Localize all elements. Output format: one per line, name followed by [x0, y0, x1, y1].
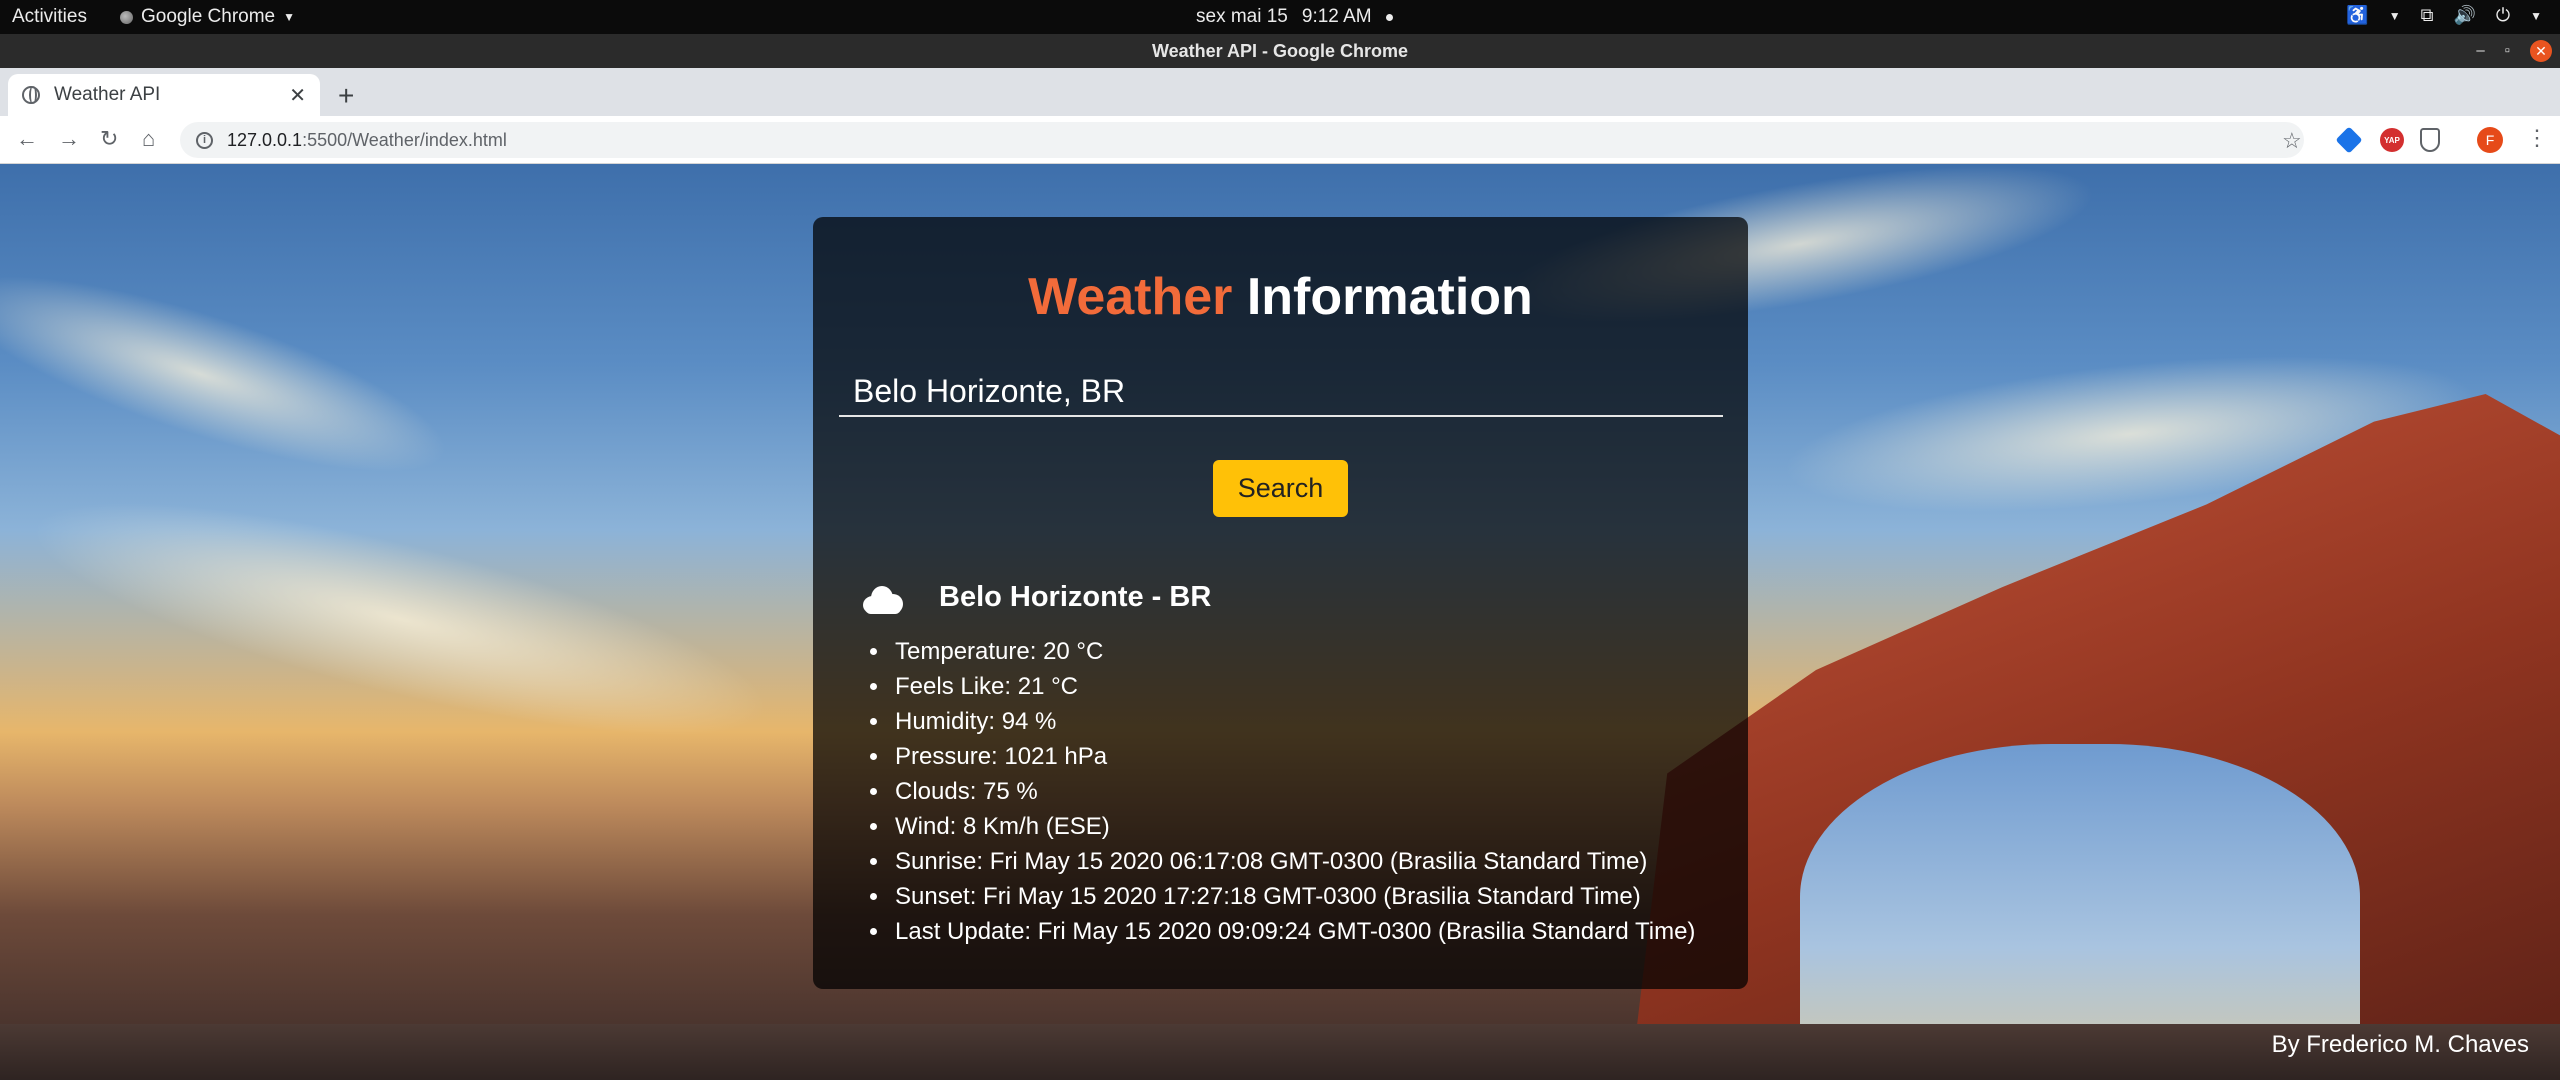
bookmark-star-icon[interactable]: ☆ [2282, 128, 2302, 154]
weather-details-list: Temperature: 20 °C Feels Like: 21 °C Hum… [891, 634, 1695, 949]
title-rest: Information [1232, 268, 1533, 326]
search-button[interactable]: Search [1213, 460, 1348, 517]
app-menu-label: Google Chrome [141, 6, 276, 27]
list-item: Feels Like: 21 °C [891, 669, 1695, 704]
list-item: Clouds: 75 % [891, 774, 1695, 809]
author-credit: By Frederico M. Chaves [2271, 1031, 2529, 1058]
background-cloud [0, 236, 466, 512]
close-window-icon[interactable]: ✕ [2530, 40, 2552, 62]
list-item: Pressure: 1021 hPa [891, 739, 1695, 774]
back-icon[interactable]: ← [16, 126, 38, 152]
tab-weather-api[interactable]: Weather API ✕ [8, 74, 320, 116]
browser-toolbar: ← → ↻ ⌂ i 127.0.0.1 :5500/Weather/index.… [0, 116, 2560, 164]
address-bar[interactable]: i 127.0.0.1 :5500/Weather/index.html [180, 122, 2304, 158]
extension-icon[interactable] [2335, 126, 2363, 154]
weather-card: Weather Information Search Belo Horizont… [813, 217, 1748, 989]
chevron-down-icon: ▼ [2388, 8, 2401, 23]
list-item: Humidity: 94 % [891, 704, 1695, 739]
volume-icon[interactable]: 🔊 [2453, 5, 2475, 26]
shield-icon[interactable] [2420, 128, 2440, 152]
reload-icon[interactable]: ↻ [100, 126, 118, 152]
page-title: Weather Information [813, 267, 1748, 327]
app-menu[interactable]: Google Chrome ▼ [120, 6, 295, 28]
globe-icon [22, 86, 40, 104]
clock-date: sex mai 15 [1196, 6, 1288, 27]
minimize-icon[interactable]: – [2476, 34, 2484, 68]
notification-dot-icon [1385, 13, 1393, 21]
list-item: Last Update: Fri May 15 2020 09:09:24 GM… [891, 914, 1695, 949]
chrome-icon [120, 10, 133, 24]
title-accent: Weather [1028, 268, 1233, 326]
background-cloud [13, 454, 787, 784]
window-title: Weather API - Google Chrome [1151, 41, 1409, 61]
system-tray[interactable]: ♿ ▼ ⧉ 🔊 ⏻ ▼ [2346, 5, 2542, 26]
url-path: :5500/Weather/index.html [302, 129, 507, 150]
cloud-icon [859, 582, 903, 614]
profile-avatar[interactable]: F [2477, 127, 2503, 153]
menu-icon[interactable]: ⋮ [2526, 125, 2548, 151]
list-item: Sunset: Fri May 15 2020 17:27:18 GMT-030… [891, 879, 1695, 914]
activities-button[interactable]: Activities [12, 6, 87, 28]
close-tab-icon[interactable]: ✕ [289, 83, 306, 108]
chevron-down-icon: ▼ [2530, 8, 2542, 23]
location-name: Belo Horizonte - BR [939, 581, 1212, 613]
system-top-bar: Activities Google Chrome ▼ sex mai 15 9:… [0, 0, 2560, 34]
power-icon[interactable]: ⏻ [2496, 5, 2510, 26]
site-info-icon[interactable]: i [196, 131, 213, 149]
list-item: Wind: 8 Km/h (ESE) [891, 809, 1695, 844]
tab-strip: Weather API ✕ + [0, 68, 2560, 116]
forward-icon[interactable]: → [58, 126, 80, 152]
tab-title: Weather API [54, 84, 161, 105]
list-item: Temperature: 20 °C [891, 634, 1695, 669]
new-tab-icon[interactable]: + [338, 80, 354, 112]
list-item: Sunrise: Fri May 15 2020 06:17:08 GMT-03… [891, 844, 1695, 879]
url-host: 127.0.0.1 [227, 129, 303, 150]
canyon-floor [0, 1024, 2560, 1080]
home-icon[interactable]: ⌂ [142, 126, 155, 152]
window-title-bar: Weather API - Google Chrome – ▫ ✕ [0, 34, 2560, 68]
city-search-input[interactable] [839, 367, 1723, 417]
accessibility-icon[interactable]: ♿ [2346, 5, 2368, 26]
clock[interactable]: sex mai 15 9:12 AM [1196, 6, 1393, 28]
network-icon[interactable]: ⧉ [2421, 5, 2434, 26]
clock-time: 9:12 AM [1301, 6, 1372, 27]
window-controls: – ▫ ✕ [2476, 34, 2552, 68]
result-header: Belo Horizonte - BR [859, 581, 1211, 614]
maximize-icon[interactable]: ▫ [2505, 34, 2510, 68]
extension-badge-icon[interactable]: YAP [2380, 128, 2404, 152]
chevron-down-icon: ▼ [283, 10, 296, 24]
